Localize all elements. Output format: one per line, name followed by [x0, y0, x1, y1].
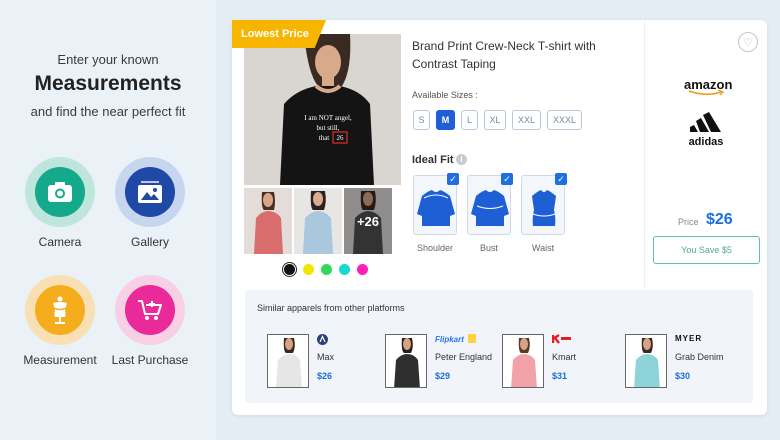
fit-bust-label: Bust [479, 243, 498, 253]
cart-icon [138, 300, 162, 320]
fit-waist[interactable]: ✓ [521, 173, 567, 235]
shoulder-shirt-icon [417, 190, 455, 226]
intro-heading: Measurements [34, 72, 182, 95]
divider [644, 20, 645, 288]
fit-shoulder[interactable]: ✓ [413, 173, 459, 235]
product-main-image[interactable]: I am NOT angel, but still, that 26 [244, 34, 401, 185]
similar-apparels-title: Similar apparels from other platforms [257, 303, 405, 313]
info-icon[interactable]: i [456, 154, 467, 165]
last-purchase-label: Last Purchase [111, 353, 189, 367]
similar-item-image [502, 334, 544, 388]
last-purchase-option[interactable]: Last Purchase [102, 275, 198, 367]
adidas-stripes-icon [690, 112, 721, 132]
gallery-label: Gallery [130, 235, 169, 249]
lowest-price-badge: Lowest Price [232, 20, 326, 48]
amazon-logo[interactable]: amazon [684, 77, 732, 96]
similar-item-image [385, 334, 427, 388]
myer-logo: MYER [675, 334, 703, 343]
product-title: Brand Print Crew-Neck T-shirt with Contr… [412, 39, 596, 71]
size-xxxl[interactable]: XXXL [547, 110, 582, 130]
kmart-logo-icon [552, 334, 571, 344]
price-value: $26 [706, 211, 733, 228]
svg-text:I am NOT angel,: I am NOT angel, [304, 114, 352, 122]
color-swatch-green[interactable] [321, 264, 332, 275]
gallery-icon [138, 181, 162, 203]
thumbnail-3[interactable]: +26 [344, 188, 392, 254]
similar-item-price: $31 [552, 371, 568, 381]
thumbnail-2[interactable] [294, 188, 342, 254]
size-l[interactable]: L [461, 110, 478, 130]
size-xl[interactable]: XL [484, 110, 506, 130]
svg-text:but still,: but still, [317, 124, 340, 132]
similar-item-image [267, 334, 309, 388]
checkbox-checked-icon: ✓ [555, 173, 567, 185]
similar-item-price: $29 [435, 371, 451, 381]
measurement-mannequin-icon [53, 296, 67, 324]
product-card: I am NOT angel, but still, that 26 Lowes… [232, 20, 767, 415]
svg-text:26: 26 [337, 134, 345, 142]
gallery-option[interactable]: Gallery [102, 157, 198, 249]
similar-item-name: Max [317, 352, 335, 362]
similar-item-name: Peter England [435, 352, 493, 362]
ideal-fit-label: Ideal Fit [412, 154, 454, 166]
checkbox-checked-icon: ✓ [447, 173, 459, 185]
model-photo: I am NOT angel, but still, that 26 [244, 34, 401, 185]
thumbnail-1[interactable] [244, 188, 292, 254]
color-swatch-pink[interactable] [357, 264, 368, 275]
similar-item-price: $30 [675, 371, 691, 381]
checkbox-checked-icon: ✓ [501, 173, 513, 185]
price-label: Price [678, 217, 699, 227]
similar-item-name: Grab Denim [675, 352, 724, 362]
heart-icon[interactable]: ♡ [738, 32, 758, 52]
size-xxl[interactable]: XXL [512, 110, 541, 130]
size-s[interactable]: S [413, 110, 430, 130]
bust-shirt-icon [471, 190, 509, 226]
similar-item-price: $26 [317, 371, 333, 381]
fit-bust[interactable]: ✓ [467, 173, 513, 235]
color-swatch-black[interactable] [284, 264, 295, 275]
left-panel: Enter your known Measurements and find t… [0, 0, 216, 440]
similar-item-name: Kmart [552, 352, 577, 362]
similar-item-image [625, 334, 667, 388]
max-logo-icon [317, 334, 328, 345]
flipkart-bag-icon [468, 334, 477, 343]
camera-icon [48, 182, 72, 202]
intro-line: Enter your known [57, 52, 159, 67]
available-sizes-label: Available Sizes : [412, 90, 478, 100]
measurement-label: Measurement [23, 353, 97, 367]
camera-label: Camera [38, 235, 82, 249]
more-images-count[interactable]: +26 [344, 188, 392, 254]
fit-shoulder-label: Shoulder [416, 243, 454, 253]
similar-apparels-panel: Similar apparels from other platforms Ma… [245, 290, 753, 403]
fit-waist-label: Waist [531, 243, 555, 253]
intro-subtext: and find the near perfect fit [30, 104, 186, 119]
flipkart-logo: Flipkart [435, 334, 477, 344]
measurement-option[interactable]: Measurement [12, 275, 108, 367]
color-swatch-yellow[interactable] [303, 264, 314, 275]
savings-button[interactable]: You Save $5 [653, 236, 760, 264]
color-swatch-cyan[interactable] [339, 264, 350, 275]
waist-shirt-icon [532, 190, 556, 226]
svg-text:that: that [319, 134, 330, 142]
size-m[interactable]: M [436, 110, 455, 130]
adidas-logo[interactable]: adidas [682, 112, 730, 148]
camera-option[interactable]: Camera [12, 157, 108, 249]
